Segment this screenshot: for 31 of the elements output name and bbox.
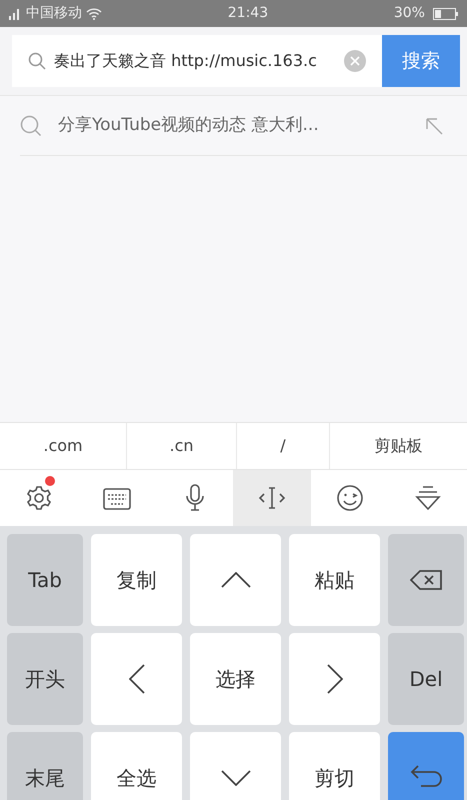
clear-icon[interactable] bbox=[344, 50, 366, 72]
microphone-icon bbox=[184, 484, 205, 512]
suggestion-item[interactable]: 分享YouTube视频的动态 意大利... bbox=[58, 112, 319, 138]
wifi-icon bbox=[86, 8, 102, 20]
collapse-keyboard-icon bbox=[415, 485, 442, 511]
smiley-icon bbox=[336, 484, 364, 512]
keyboard-key[interactable]: Del bbox=[388, 633, 464, 725]
battery-icon bbox=[432, 8, 459, 20]
keyboard-key[interactable]: 选择 bbox=[190, 633, 281, 725]
search-text: 奏出了天籁之音 http://music.163.c bbox=[54, 50, 317, 72]
keyboard-key[interactable]: 复制 bbox=[91, 534, 182, 626]
backspace-key[interactable] bbox=[388, 534, 464, 626]
keyboard-key[interactable]: 开头 bbox=[7, 633, 83, 725]
clock-time: 21:43 bbox=[228, 4, 268, 23]
keyboard-key[interactable]: 剪切 bbox=[289, 732, 380, 800]
text-cursor-icon bbox=[258, 486, 286, 510]
keyboard-key[interactable]: Tab bbox=[7, 534, 83, 626]
backspace-icon bbox=[410, 570, 442, 590]
keyboard-icon bbox=[102, 488, 131, 510]
signal-icon bbox=[8, 8, 22, 20]
settings-icon bbox=[26, 485, 52, 511]
carrier-name: 中国移动 bbox=[26, 4, 82, 23]
fill-arrow-icon[interactable] bbox=[425, 116, 443, 134]
keyboard-key[interactable]: 末尾 bbox=[7, 732, 83, 800]
search-icon bbox=[20, 114, 42, 136]
search-icon bbox=[28, 52, 46, 70]
keyboard-key[interactable]: 粘贴 bbox=[289, 534, 380, 626]
search-field[interactable]: 奏出了天籁之音 http://music.163.c bbox=[12, 35, 382, 87]
return-key[interactable] bbox=[388, 732, 464, 800]
keyboard-key[interactable]: 全选 bbox=[91, 732, 182, 800]
battery-percent: 30% bbox=[394, 4, 425, 23]
